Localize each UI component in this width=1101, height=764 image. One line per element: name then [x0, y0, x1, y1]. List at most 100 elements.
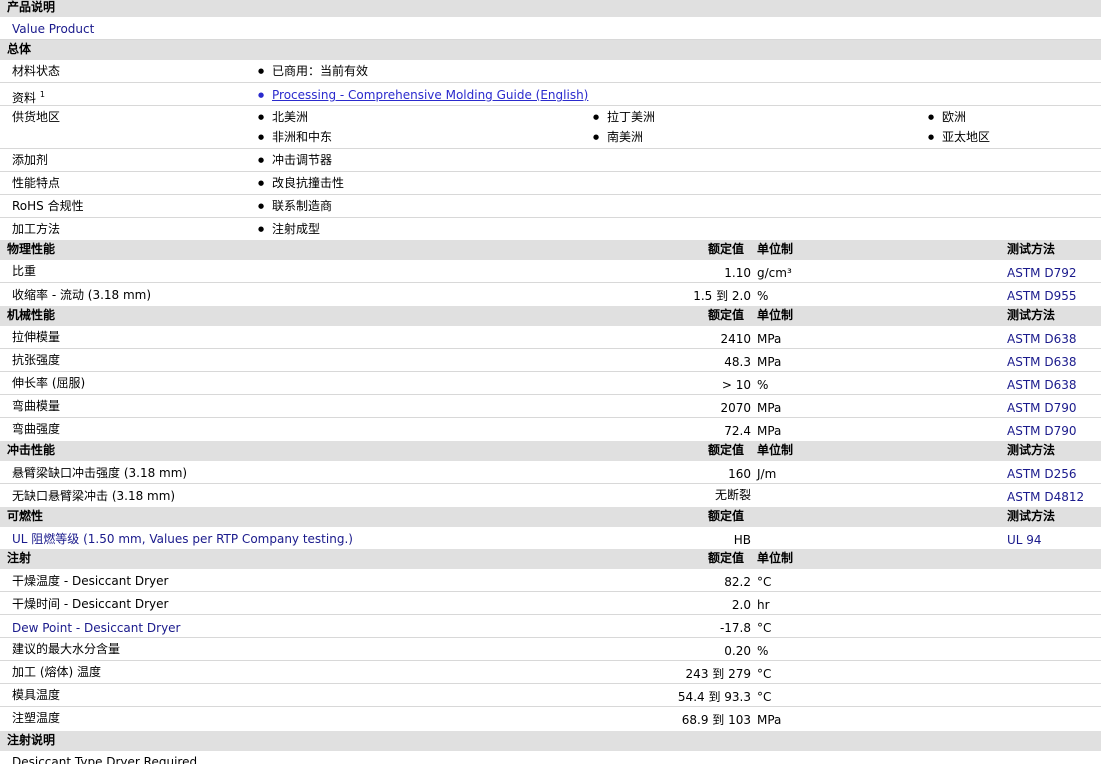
- section-title: 注射说明: [7, 733, 56, 747]
- col-method: 测试方法: [1007, 242, 1056, 256]
- row-label: 比重: [12, 264, 37, 278]
- row-unit: MPa: [757, 424, 782, 438]
- row-unit: MPa: [757, 332, 782, 346]
- row-label: Dew Point - Desiccant Dryer: [12, 621, 181, 635]
- row-unit: MPa: [757, 355, 782, 369]
- general-row-material-status: 材料状态 已商用：当前有效: [0, 60, 1101, 83]
- row-method: ASTM D638: [1007, 355, 1077, 369]
- col-unit: 单位制: [757, 242, 794, 256]
- table-row: 干燥温度 - Desiccant Dryer 82.2 °C: [0, 569, 1101, 592]
- row-value: 2070: [720, 401, 751, 415]
- row-method: ASTM D638: [1007, 378, 1077, 392]
- section-title: 产品说明: [7, 0, 56, 14]
- col-method: 测试方法: [1007, 509, 1056, 523]
- col-unit: 单位制: [757, 308, 794, 322]
- row-label: 供货地区: [12, 110, 61, 124]
- section-header-flammability: 可燃性 额定值 测试方法: [0, 507, 1101, 527]
- row-method: ASTM D256: [1007, 467, 1077, 481]
- row-value: -17.8: [719, 621, 751, 635]
- section-header-injection-notes: 注射说明: [0, 731, 1101, 751]
- product-row: Value Product: [0, 17, 1101, 40]
- row-value: 联系制造商: [258, 199, 332, 213]
- table-row: 干燥时间 - Desiccant Dryer 2.0 hr: [0, 592, 1101, 615]
- table-row: 注塑温度 68.9 到 103 MPa: [0, 707, 1101, 731]
- row-method: ASTM D638: [1007, 332, 1077, 346]
- row-value: HB: [733, 533, 751, 547]
- row-method: UL 94: [1007, 533, 1042, 547]
- row-label: 干燥时间 - Desiccant Dryer: [12, 597, 169, 611]
- label-text: 资料: [12, 91, 37, 105]
- row-value: 注射成型: [258, 222, 320, 236]
- row-unit: °C: [757, 575, 772, 589]
- row-label: 悬臂梁缺口冲击强度 (3.18 mm): [12, 466, 188, 480]
- row-label: 加工方法: [12, 222, 61, 236]
- row-value: 1.10: [724, 266, 751, 280]
- row-method: ASTM D790: [1007, 401, 1077, 415]
- section-title: 物理性能: [7, 242, 56, 256]
- section-header-physical: 物理性能 额定值 单位制 测试方法: [0, 240, 1101, 260]
- row-value: 1.5 到 2.0: [693, 289, 751, 303]
- row-label: 收缩率 - 流动 (3.18 mm): [12, 288, 152, 302]
- section-header-injection: 注射 额定值 单位制: [0, 549, 1101, 569]
- row-value: 243 到 279: [685, 667, 751, 681]
- general-row-rohs: RoHS 合规性 联系制造商: [0, 195, 1101, 218]
- row-unit: °C: [757, 690, 772, 704]
- row-method: ASTM D792: [1007, 266, 1077, 280]
- footnote-marker: 1: [39, 90, 45, 99]
- row-value: 54.4 到 93.3: [677, 690, 751, 704]
- row-method: ASTM D4812: [1007, 490, 1085, 504]
- row-value: 2.0: [731, 598, 751, 612]
- table-row: 弯曲模量 2070 MPa ASTM D790: [0, 395, 1101, 418]
- table-row: 建议的最大水分含量 0.20 %: [0, 638, 1101, 661]
- table-row: 无缺口悬臂梁冲击 (3.18 mm) 无断裂 ASTM D4812: [0, 484, 1101, 507]
- row-value: 2410: [720, 332, 751, 346]
- molding-guide-link[interactable]: Processing - Comprehensive Molding Guide…: [258, 88, 588, 102]
- col-unit: 单位制: [757, 443, 794, 457]
- row-unit: %: [757, 644, 769, 658]
- row-label: 拉伸模量: [12, 330, 61, 344]
- general-row-features: 性能特点 改良抗撞击性: [0, 172, 1101, 195]
- col-nominal: 额定值: [708, 242, 745, 256]
- section-title: 注射: [7, 551, 32, 565]
- row-label: 注塑温度: [12, 711, 61, 725]
- section-title: 总体: [7, 42, 32, 56]
- col-method: 测试方法: [1007, 308, 1056, 322]
- table-row: 拉伸模量 2410 MPa ASTM D638: [0, 326, 1101, 349]
- col-nominal: 额定值: [708, 509, 745, 523]
- row-label: 材料状态: [12, 64, 61, 78]
- general-row-data-sheet: 资料 1 Processing - Comprehensive Molding …: [0, 83, 1101, 106]
- injection-notes-row: Desiccant Type Dryer Required: [0, 751, 1101, 764]
- row-label: 无缺口悬臂梁冲击 (3.18 mm): [12, 489, 176, 503]
- row-unit: g/cm³: [757, 266, 792, 280]
- general-row-additive: 添加剂 冲击调节器: [0, 149, 1101, 172]
- row-unit: MPa: [757, 713, 782, 727]
- section-header-impact: 冲击性能 额定值 单位制 测试方法: [0, 441, 1101, 461]
- table-row: 弯曲强度 72.4 MPa ASTM D790: [0, 418, 1101, 441]
- row-label: 伸长率 (屈服): [12, 376, 86, 390]
- row-label: 弯曲强度: [12, 422, 61, 436]
- row-label: 添加剂: [12, 153, 49, 167]
- row-label: 模具温度: [12, 688, 61, 702]
- row-unit: hr: [757, 598, 770, 612]
- row-value: 改良抗撞击性: [258, 176, 344, 190]
- general-row-supply: 供货地区 北美洲 拉丁美洲 欧洲 非洲和中东 南美洲 亚太地区: [0, 106, 1101, 149]
- region-item: 非洲和中东: [258, 130, 332, 144]
- row-value: 48.3: [724, 355, 751, 369]
- row-value: 已商用：当前有效: [258, 64, 368, 78]
- section-header-product: 产品说明: [0, 0, 1101, 17]
- row-label: 建议的最大水分含量: [12, 642, 121, 656]
- col-nominal: 额定值: [708, 308, 745, 322]
- region-item: 拉丁美洲: [593, 110, 655, 124]
- region-item: 欧洲: [928, 110, 966, 124]
- table-row: UL 阻燃等级 (1.50 mm, Values per RTP Company…: [0, 527, 1101, 549]
- notes-value: Desiccant Type Dryer Required: [12, 755, 198, 764]
- general-row-processing: 加工方法 注射成型: [0, 218, 1101, 240]
- row-unit: %: [757, 289, 769, 303]
- row-unit: MPa: [757, 401, 782, 415]
- section-header-mechanical: 机械性能 额定值 单位制 测试方法: [0, 306, 1101, 326]
- section-header-general: 总体: [0, 40, 1101, 60]
- table-row: 加工 (熔体) 温度 243 到 279 °C: [0, 661, 1101, 684]
- section-title: 冲击性能: [7, 443, 56, 457]
- region-item: 北美洲: [258, 110, 308, 124]
- region-item: 南美洲: [593, 130, 643, 144]
